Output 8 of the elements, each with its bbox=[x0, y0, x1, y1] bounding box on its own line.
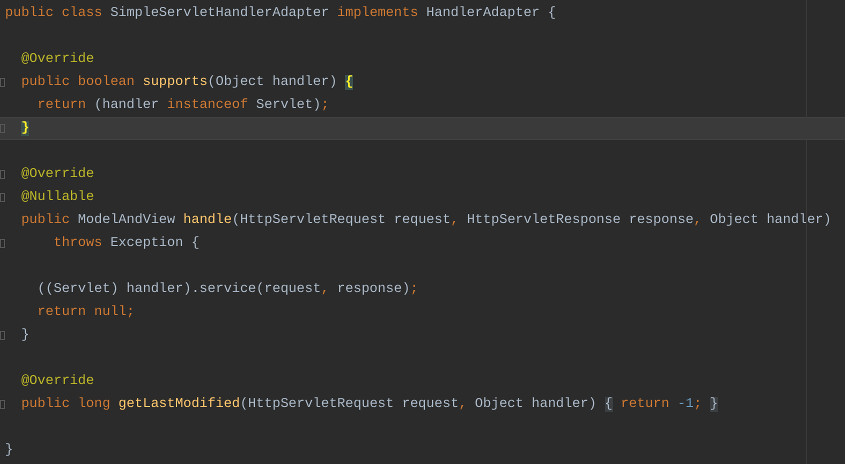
fold-icon[interactable] bbox=[0, 170, 5, 179]
fold-icon[interactable] bbox=[0, 331, 5, 340]
fold-icon[interactable] bbox=[0, 400, 5, 409]
code-editor[interactable] bbox=[0, 0, 845, 464]
fold-icon[interactable] bbox=[0, 78, 5, 87]
fold-icon[interactable] bbox=[0, 124, 5, 133]
fold-icon[interactable] bbox=[0, 239, 5, 248]
fold-icon[interactable] bbox=[0, 193, 5, 202]
